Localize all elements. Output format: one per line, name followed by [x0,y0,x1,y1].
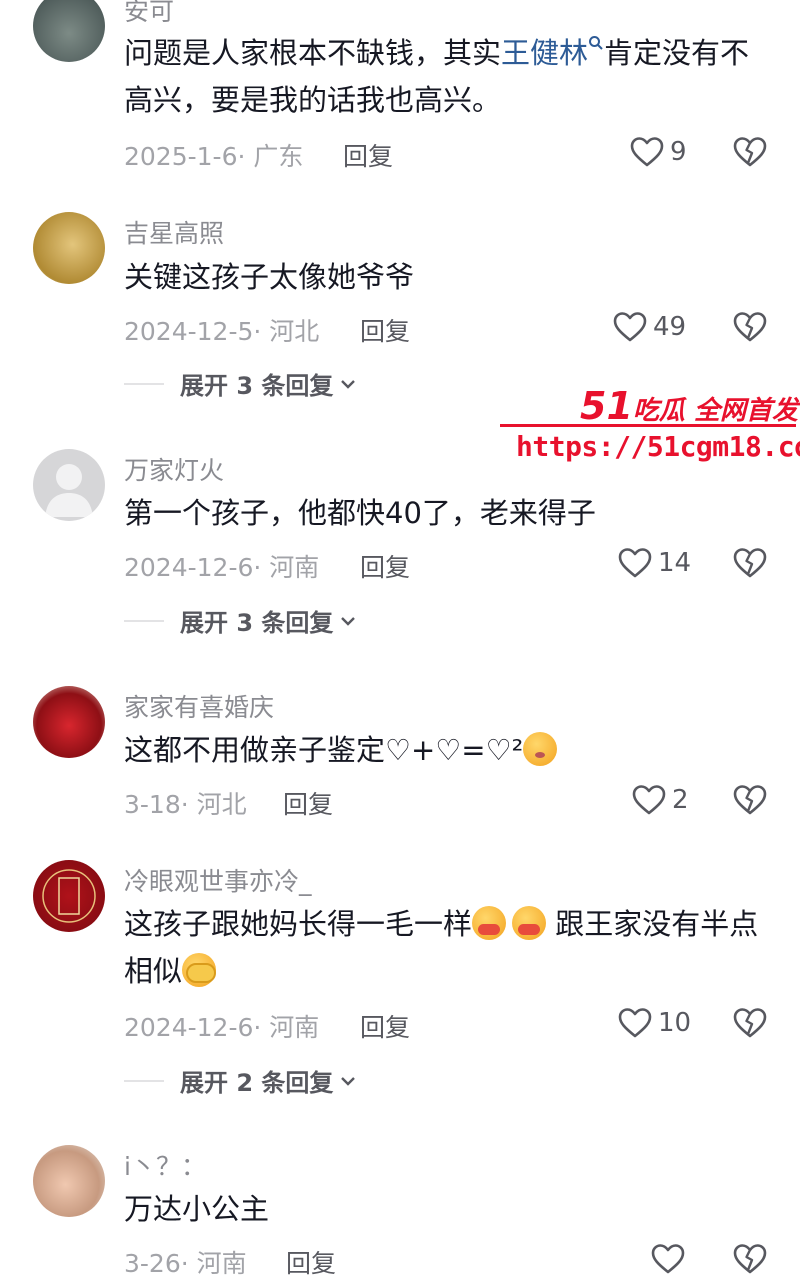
avatar[interactable] [33,1145,105,1217]
emoji-icon [512,906,547,940]
like-count: 2 [672,785,689,815]
comment-text: 第一个孩子，他都快40了，老来得子 [124,496,596,530]
like-count: 14 [658,548,692,578]
search-small-icon [589,36,603,50]
comment-text: 关键这孩子太像她爷爷 [124,260,415,294]
reply-button[interactable]: 回复 [343,137,393,173]
like-button[interactable]: 10 [618,1007,691,1039]
expand-replies-label: 展开 3 条回复 [180,609,334,637]
expand-replies-label: 展开 2 条回复 [180,1069,334,1097]
broken-heart-icon[interactable] [733,311,767,343]
mention-link[interactable]: 王健林 [501,36,604,70]
watermark-line [500,424,796,427]
watermark-brand-text: 吃瓜 全网首发 [632,396,798,426]
reply-button[interactable]: 回复 [360,312,410,348]
comment-username[interactable]: 吉星高照 [124,214,224,250]
comment-text: 这孩子跟她妈长得一毛一样 跟王家没有半点相似 [124,901,774,995]
like-button[interactable] [651,1243,691,1275]
comment-meta: 3-26· 河南 [124,1249,247,1278]
comment-meta: 2024-12-5· 河北 [124,317,320,346]
comment-username[interactable]: 家家有喜婚庆 [124,688,274,724]
reply-button[interactable]: 回复 [286,1244,336,1280]
reply-button[interactable]: 回复 [360,1008,410,1044]
avatar[interactable] [33,212,105,284]
mention-label[interactable]: 王健林 [501,36,588,70]
comment-username[interactable]: 冷眼观世事亦冷_ [124,862,312,898]
comment-text: 这都不用做亲子鉴定♡+♡=♡² [124,727,774,774]
like-count: 9 [670,137,687,167]
comment-text-part: 这都不用做亲子鉴定♡+♡=♡² [124,733,524,767]
comment-meta: 3-18· 河北 [124,790,247,819]
default-avatar-icon [45,464,93,517]
emoji-icon [472,906,507,940]
divider [124,619,164,622]
broken-heart-icon[interactable] [733,136,767,168]
comment-username[interactable]: i丶？： [124,1147,206,1183]
heart-outline-icon [630,136,664,168]
like-button[interactable]: 49 [613,311,686,343]
emoji-icon [523,732,558,766]
like-button[interactable]: 14 [618,547,691,579]
broken-heart-icon[interactable] [733,1243,767,1275]
heart-outline-icon [651,1243,685,1275]
chevron-down-icon [339,378,357,390]
comment-text-part: 问题是人家根本不缺钱，其实 [124,36,502,70]
comment-username[interactable]: 安可 [124,0,174,28]
chevron-down-icon [339,615,357,627]
emoji-icon [182,953,217,987]
watermark-url: https://51cgm18.com [516,430,800,463]
avatar[interactable] [33,860,105,932]
watermark: 51吃瓜 全网首发 https://51cgm18.com [500,372,800,472]
comment-meta: 2025-1-6· 广东 [124,142,304,171]
avatar[interactable] [33,686,105,758]
expand-replies-button[interactable]: 展开 2 条回复 [124,1063,357,1098]
chevron-down-icon [339,1075,357,1087]
reply-button[interactable]: 回复 [283,785,333,821]
broken-heart-icon[interactable] [733,1007,767,1039]
watermark-brand-number: 51 [580,384,633,428]
heart-outline-icon [618,547,652,579]
avatar[interactable] [33,0,105,62]
broken-heart-icon[interactable] [733,784,767,816]
reply-button[interactable]: 回复 [360,548,410,584]
comment-text-part: 这孩子跟她妈长得一毛一样 [124,907,473,941]
divider [124,382,164,385]
like-button[interactable]: 2 [632,784,689,816]
like-count: 49 [653,312,687,342]
expand-replies-button[interactable]: 展开 3 条回复 [124,366,357,401]
comment-username[interactable]: 万家灯火 [124,451,224,487]
heart-outline-icon [632,784,666,816]
comment-text: 万达小公主 [124,1192,270,1226]
expand-replies-button[interactable]: 展开 3 条回复 [124,603,357,638]
heart-outline-icon [613,311,647,343]
comment-text: 问题是人家根本不缺钱，其实王健林 肯定没有不高兴，要是我的话我也高兴。 [124,30,774,124]
like-count: 10 [658,1008,692,1038]
watermark-brand: 51吃瓜 全网首发 [580,384,798,428]
seal-icon [42,869,96,923]
expand-replies-label: 展开 3 条回复 [180,372,334,400]
comment-meta: 2024-12-6· 河南 [124,553,320,582]
heart-outline-icon [618,1007,652,1039]
broken-heart-icon[interactable] [733,547,767,579]
avatar[interactable] [33,449,105,521]
divider [124,1079,164,1082]
comment-meta: 2024-12-6· 河南 [124,1013,320,1042]
like-button[interactable]: 9 [630,136,687,168]
